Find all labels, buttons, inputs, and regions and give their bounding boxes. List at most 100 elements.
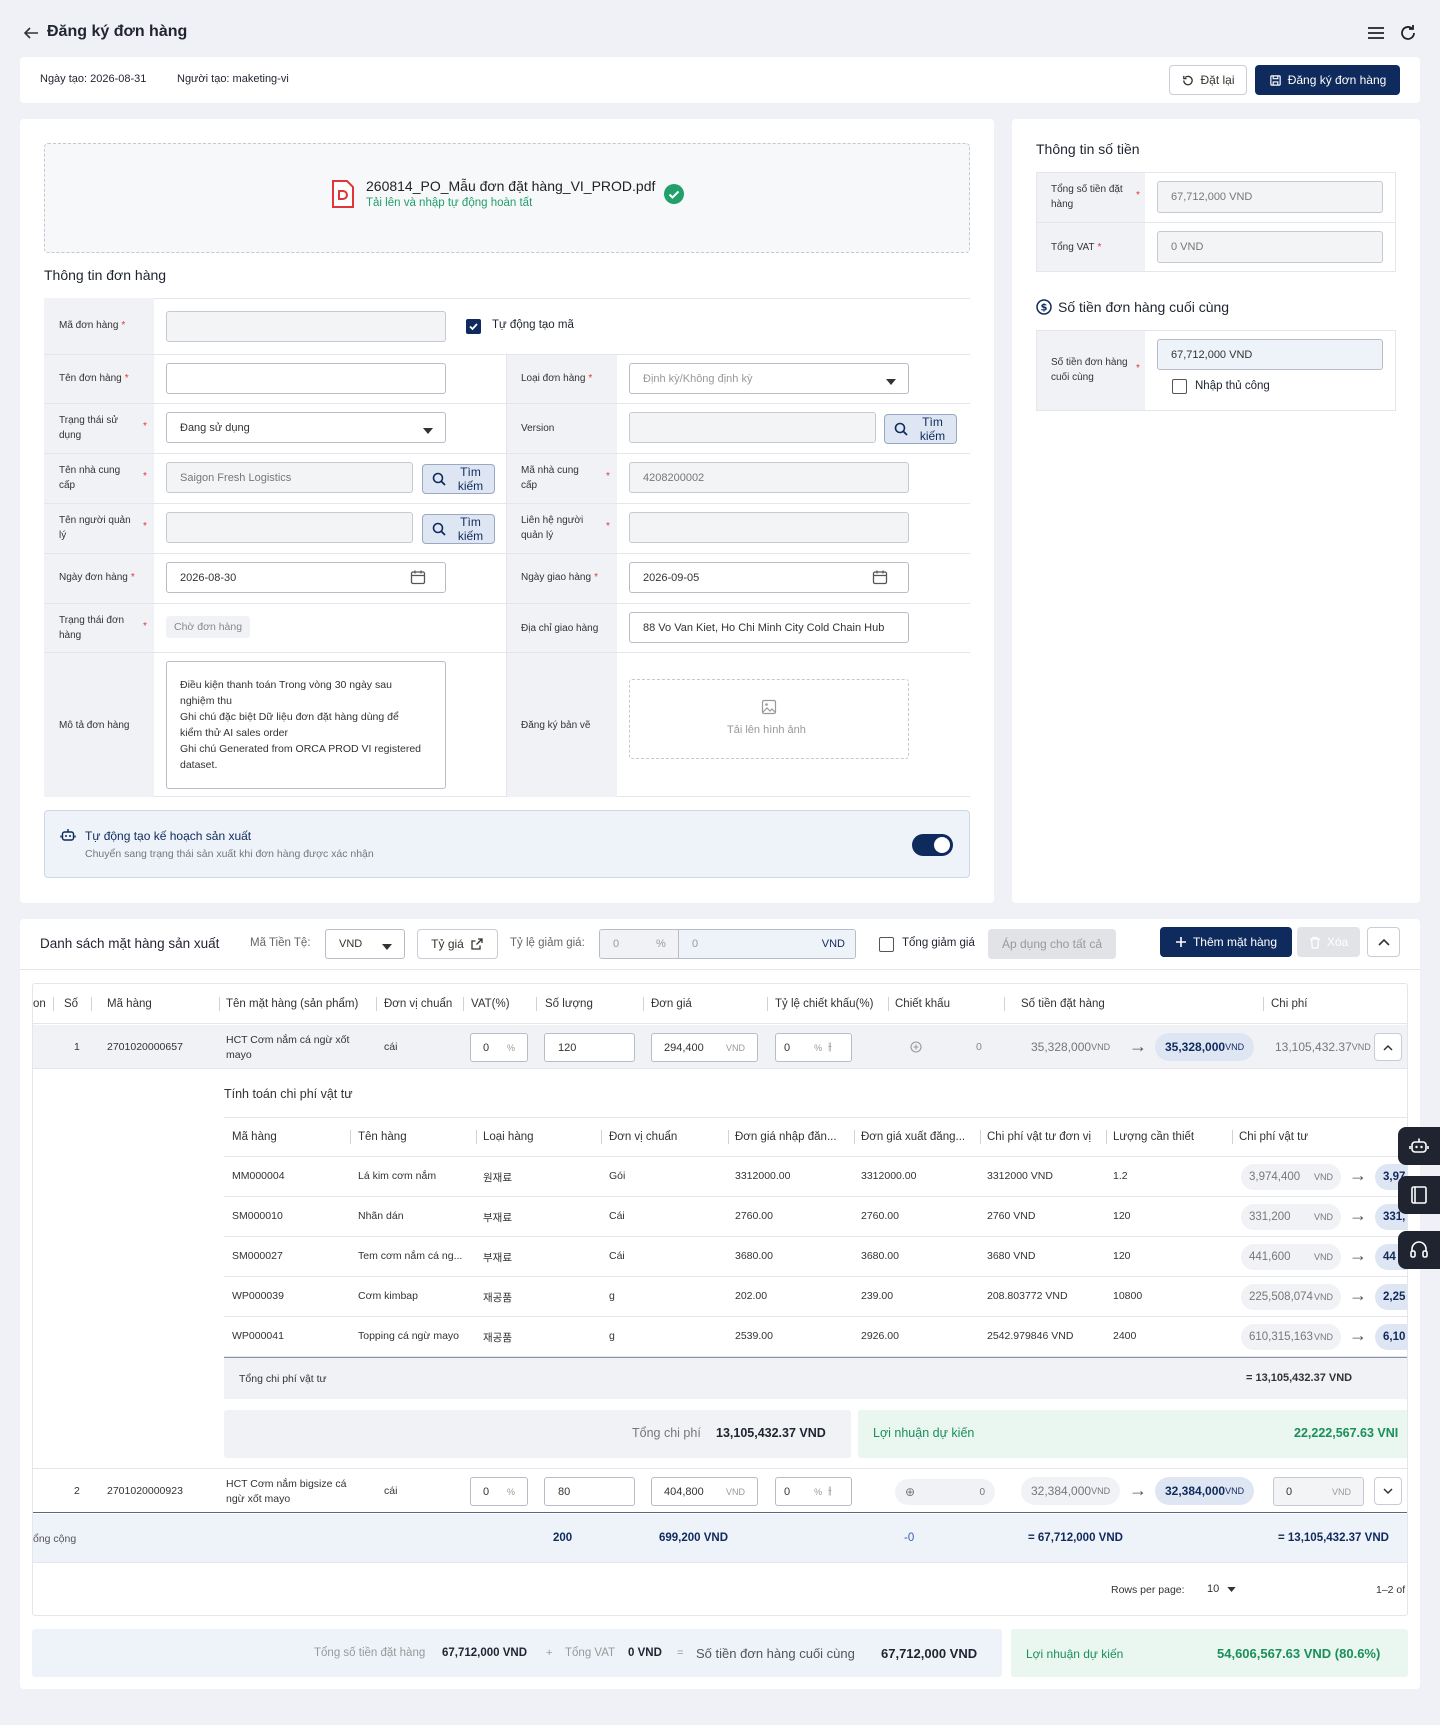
supplier-code-input[interactable]: 4208200002 (629, 462, 909, 493)
col-header: Chi phí (1271, 998, 1308, 1010)
amount-after-value: 32,384,000 (1165, 1484, 1226, 1498)
sliders-icon[interactable]: ⫲ (828, 1485, 832, 1498)
delete-button[interactable]: Xóa (1297, 927, 1360, 957)
book-icon (1411, 1186, 1427, 1204)
auto-plan-toggle[interactable] (912, 834, 953, 856)
item-name: HCT Cơm nắm cá ngừ xốt mayo (226, 1033, 349, 1063)
quantity-input[interactable]: 120 (544, 1033, 635, 1062)
refresh-icon[interactable] (1398, 23, 1418, 43)
guide-book-button[interactable] (1398, 1176, 1440, 1214)
collapse-button[interactable] (1367, 927, 1400, 957)
submit-order-button[interactable]: Đăng ký đơn hàng (1255, 65, 1400, 95)
final-amount-input[interactable]: 67,712,000 VND (1157, 339, 1383, 370)
total-cost-label: Tổng chi phí (632, 1426, 701, 1440)
discount-rate-input[interactable]: 0% ⫲ (775, 1477, 852, 1506)
menu-icon[interactable] (1366, 24, 1386, 42)
item-name-line: HCT Cơm nắm cá ngừ xốt (226, 1034, 350, 1046)
cost-input[interactable]: 0 VND (1273, 1477, 1364, 1506)
back-icon[interactable] (22, 24, 40, 42)
arrow-right-icon: → (1349, 1325, 1367, 1345)
material-cost-after-value: 2,25 (1383, 1291, 1406, 1303)
unit-price-input[interactable]: 294,400 VND (651, 1033, 758, 1062)
discount-amount-input[interactable]: 0 VND (679, 930, 855, 958)
delivery-date-value: 2026-09-05 (643, 571, 700, 584)
arrow-right-icon: → (1349, 1245, 1367, 1265)
manager-contact-label: Liên hệ người quản lý (521, 515, 584, 541)
order-type-placeholder: Định kỳ/Không định kỳ (643, 372, 753, 385)
support-headset-button[interactable] (1398, 1231, 1440, 1269)
discount-rate-label: Tỷ lệ giảm giá: (510, 937, 585, 949)
upload-filename: 260814_PO_Mẫu đơn đặt hàng_VI_PROD.pdf (366, 178, 656, 194)
discount-pill: ⊕ 0 (895, 1479, 995, 1505)
version-input[interactable] (629, 412, 876, 443)
final-amount-title: Số tiền đơn hàng cuối cùng (1058, 299, 1230, 315)
delivery-address-input[interactable]: 88 Vo Van Kiet, Ho Chi Minh City Cold Ch… (629, 612, 909, 643)
reset-button[interactable]: Đặt lại (1169, 65, 1247, 95)
material-cost-after-value: 44 (1383, 1251, 1396, 1263)
row-expand-button[interactable] (1374, 1477, 1402, 1505)
supplier-search-button[interactable]: Tìm kiếm (422, 464, 495, 494)
sliders-icon[interactable]: ⫲ (828, 1041, 832, 1054)
order-status-label: Trạng thái đơn hàng (59, 615, 125, 641)
vat-input[interactable]: 0% (470, 1477, 528, 1506)
material-cost-after-pill: 2,25 (1375, 1284, 1407, 1310)
usage-status-value: Đang sử dụng (180, 421, 250, 434)
delete-label: Xóa (1326, 935, 1349, 949)
exchange-rate-button[interactable]: Tỷ giá (417, 929, 498, 959)
calendar-icon[interactable] (872, 569, 888, 588)
total-amount-input[interactable]: 67,712,000 VND (1157, 181, 1383, 213)
search-label: Tìm kiếm (457, 515, 484, 543)
description-line: kiểm thử AI sales order (180, 727, 288, 739)
manager-name-input[interactable] (166, 512, 413, 543)
material-cost-pill: 610,315,163 VND (1241, 1324, 1341, 1350)
description-textarea[interactable]: Điều kiện thanh toán Trong vòng 30 ngày … (166, 661, 446, 789)
drawing-upload[interactable] (629, 679, 909, 759)
vnd-unit: VND (1351, 1042, 1371, 1052)
usage-status-select[interactable]: Đang sử dụng (166, 412, 446, 443)
summary-vat-label: Tổng VAT (565, 1647, 616, 1659)
ai-assistant-button[interactable] (1398, 1127, 1440, 1165)
vat-input[interactable]: 0% (470, 1033, 528, 1062)
version-search-button[interactable]: Tìm kiếm (884, 414, 957, 444)
vnd-unit: VND (1313, 1292, 1333, 1302)
vat-input[interactable]: 0 VND (1157, 231, 1383, 263)
row-collapse-button[interactable] (1374, 1033, 1402, 1061)
delivery-date-input[interactable]: 2026-09-05 (629, 562, 909, 593)
chevron-down-icon (1383, 1487, 1393, 1494)
description-line: dataset. (180, 759, 218, 771)
total-discount-checkbox[interactable] (879, 937, 894, 952)
material-unit-cost: 3680 VND (987, 1250, 1036, 1262)
material-col-header: Chi phí vật tư đơn vị (987, 1131, 1092, 1143)
discount-value: 0 (976, 1041, 982, 1053)
material-cost-after-pill: 6,10 (1375, 1324, 1407, 1350)
supplier-name-input[interactable]: Saigon Fresh Logistics (166, 462, 413, 493)
unit-price-input[interactable]: 404,800 VND (651, 1477, 758, 1506)
quantity-input[interactable]: 80 (544, 1477, 635, 1506)
col-separator (854, 1130, 855, 1144)
manager-contact-input[interactable] (629, 512, 909, 543)
material-type: 재공품 (483, 1332, 512, 1344)
description-line: Ghi chú Generated from ORCA PROD VI regi… (180, 743, 422, 755)
manual-entry-checkbox[interactable] (1172, 379, 1187, 394)
trash-icon (1309, 936, 1320, 949)
apply-all-button[interactable]: Áp dụng cho tất cả (988, 929, 1116, 959)
auto-code-checkbox[interactable] (466, 319, 481, 334)
discount-pct-input[interactable]: 0 % (600, 930, 679, 958)
material-qty: 120 (1113, 1250, 1131, 1262)
page-title: Đăng ký đơn hàng (47, 23, 188, 40)
order-code-input[interactable] (166, 311, 446, 342)
order-date-input[interactable]: 2026-08-30 (166, 562, 446, 593)
add-circle-icon[interactable] (910, 1041, 922, 1056)
row-divider (44, 553, 970, 554)
pct-unit: % (814, 1042, 823, 1053)
add-item-button[interactable]: Thêm mặt hàng (1160, 927, 1292, 957)
currency-select[interactable]: VND (325, 929, 405, 959)
order-type-select[interactable]: Định kỳ/Không định kỳ (629, 363, 909, 394)
add-circle-icon[interactable]: ⊕ (905, 1485, 915, 1499)
material-out-price: 3312000.00 (861, 1170, 917, 1182)
order-name-input[interactable] (166, 363, 446, 394)
rows-per-page-select[interactable]: 10 (1207, 1583, 1236, 1595)
calendar-icon[interactable] (410, 569, 426, 588)
manager-search-button[interactable]: Tìm kiếm (422, 514, 495, 544)
discount-rate-input[interactable]: 0% ⫲ (775, 1033, 852, 1062)
